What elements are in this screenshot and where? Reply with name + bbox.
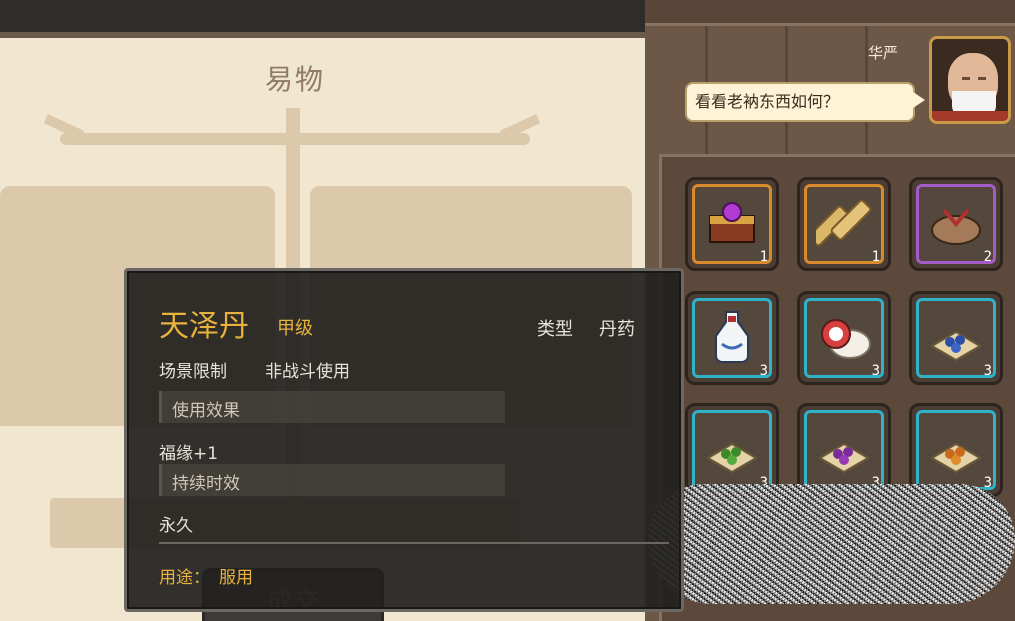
orange-pills-icon — [930, 442, 982, 474]
effect-header-label: 使用效果 — [172, 401, 240, 421]
purple-pills-icon — [818, 442, 870, 474]
duration-value: 永久 — [159, 516, 193, 536]
inventory-slot[interactable]: 3 — [909, 403, 1003, 497]
top-bar — [0, 0, 645, 32]
scene-limit-label: 场景限制 — [159, 362, 227, 382]
inventory-slot[interactable]: 1 — [685, 177, 779, 271]
trade-panel-title: 易物 — [264, 63, 325, 96]
item-type-value: 丹药 — [599, 319, 635, 340]
inventory-slot[interactable]: 3 — [685, 291, 779, 385]
inventory-slot[interactable]: 3 — [685, 403, 779, 497]
tooltip-divider — [159, 542, 669, 544]
scrambled-region — [648, 484, 1015, 604]
effect-value: 福缘+1 — [159, 444, 219, 464]
merchant-avatar[interactable] — [929, 36, 1011, 124]
item-count: 3 — [759, 363, 768, 379]
inventory-slot[interactable]: 3 — [909, 291, 1003, 385]
merchant-panel-header — [645, 0, 1015, 26]
scene-limit-value: 非战斗使用 — [265, 362, 350, 382]
inventory-slot[interactable]: 2 — [909, 177, 1003, 271]
item-count: 1 — [871, 249, 880, 265]
cake-plate-icon — [821, 319, 871, 359]
effect-section-header: 使用效果 — [159, 391, 505, 423]
item-grade: 甲级 — [277, 318, 313, 339]
merchant-speech-bubble: 看看老衲东西如何？ — [685, 82, 925, 122]
merchant-name: 华严 — [868, 44, 899, 62]
monk-eye — [962, 77, 970, 80]
treasure-chest-icon — [709, 202, 755, 243]
item-type-label: 类型 — [537, 319, 573, 340]
item-count: 1 — [759, 249, 768, 265]
bamboo-scroll-icon — [816, 199, 872, 247]
blue-pills-icon — [930, 330, 982, 362]
cloth-bundle-icon — [931, 208, 981, 245]
inventory-slot[interactable]: 3 — [797, 403, 891, 497]
item-count: 2 — [983, 249, 992, 265]
duration-section-header: 持续时效 — [159, 464, 505, 496]
item-count: 3 — [983, 363, 992, 379]
usage-label: 用途： — [159, 568, 210, 588]
monk-eye — [978, 77, 986, 80]
inventory-slot[interactable]: 1 — [797, 177, 891, 271]
item-name: 天泽丹 — [159, 309, 249, 344]
duration-header-label: 持续时效 — [172, 474, 240, 494]
green-pills-icon — [706, 442, 758, 474]
inventory-slot[interactable]: 3 — [797, 291, 891, 385]
medicine-bottle-icon — [715, 311, 749, 363]
monk-robe — [932, 111, 1008, 121]
usage-value: 服用 — [219, 568, 253, 588]
item-count: 3 — [983, 475, 992, 491]
item-count: 3 — [871, 363, 880, 379]
item-tooltip: 天泽丹 甲级 类型 丹药 场景限制 非战斗使用 使用效果 福缘+1 持续时效 永… — [124, 268, 684, 612]
